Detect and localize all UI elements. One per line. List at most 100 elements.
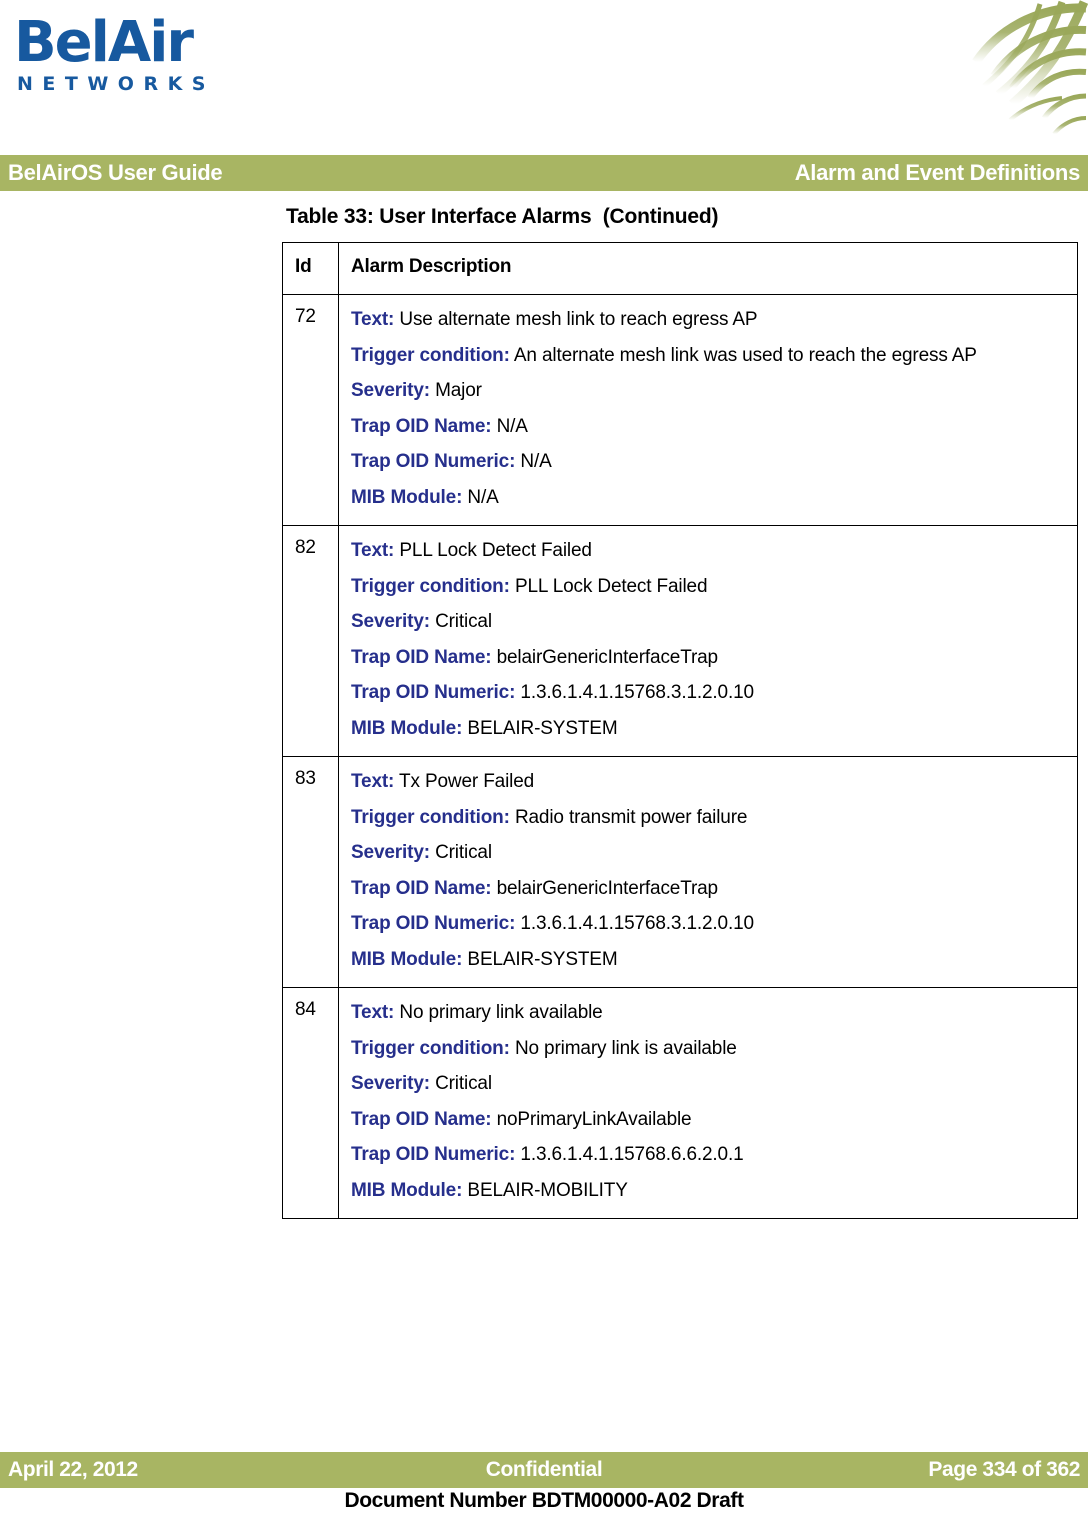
field-label-trigger: Trigger condition: [351, 344, 510, 366]
field-value-mib-module: BELAIR-SYSTEM [467, 717, 618, 739]
decorative-swoosh-graphic [950, 0, 1088, 152]
footer-document-number: Document Number BDTM00000-A02 Draft [344, 1489, 744, 1512]
alarm-id: 72 [282, 294, 339, 526]
field-oid-name: Trap OID Name: belairGenericInterfaceTra… [351, 644, 1069, 673]
logo-wordmark: BelAir [14, 10, 194, 75]
field-text: Text: PLL Lock Detect Failed [351, 537, 1069, 566]
main-content: Table 33: User Interface Alarms (Continu… [282, 205, 1078, 1219]
field-label-text: Text: [351, 309, 395, 330]
alarm-description: Text: No primary link available Trigger … [338, 987, 1078, 1219]
alarm-description: Text: Tx Power Failed Trigger condition:… [338, 756, 1078, 988]
field-value-oid-name: noPrimaryLinkAvailable [496, 1108, 692, 1130]
field-label-oid-numeric: Trap OID Numeric: [351, 913, 516, 934]
field-label-text: Text: [351, 540, 395, 561]
field-label-mib-module: MIB Module: [351, 948, 463, 970]
field-value-text: Use alternate mesh link to reach egress … [399, 309, 758, 330]
field-value-oid-numeric: 1.3.6.1.4.1.15768.3.1.2.0.10 [520, 682, 754, 703]
table-caption: Table 33: User Interface Alarms (Continu… [286, 205, 719, 228]
field-severity: Severity: Critical [351, 1070, 1069, 1099]
field-value-trigger: No primary link is available [514, 1037, 737, 1059]
alarm-description: Text: Use alternate mesh link to reach e… [338, 294, 1078, 526]
field-label-severity: Severity: [351, 842, 430, 863]
field-mib-module: MIB Module: BELAIR-SYSTEM [351, 715, 1069, 744]
field-value-oid-name: belairGenericInterfaceTrap [496, 877, 719, 899]
field-value-severity: Critical [435, 842, 492, 863]
field-value-oid-name: belairGenericInterfaceTrap [496, 646, 719, 668]
column-header-id: Id [282, 242, 339, 295]
field-trigger: Trigger condition: PLL Lock Detect Faile… [351, 573, 1069, 602]
table-row: 84 Text: No primary link available Trigg… [282, 987, 1078, 1219]
alarm-id: 82 [282, 525, 339, 757]
field-mib-module: MIB Module: N/A [351, 484, 1069, 513]
field-trigger: Trigger condition: An alternate mesh lin… [351, 342, 1069, 371]
field-oid-name: Trap OID Name: belairGenericInterfaceTra… [351, 875, 1069, 904]
field-oid-numeric: Trap OID Numeric: 1.3.6.1.4.1.15768.3.1.… [351, 910, 1069, 939]
table-row: 83 Text: Tx Power Failed Trigger conditi… [282, 756, 1078, 988]
footer-page-number: Page 334 of 362 [928, 1458, 1080, 1481]
page-header: BelAir NETWORKS [0, 0, 1088, 155]
field-text: Text: Tx Power Failed [351, 768, 1069, 797]
alarm-description: Text: PLL Lock Detect Failed Trigger con… [338, 525, 1078, 757]
field-value-oid-numeric: 1.3.6.1.4.1.15768.3.1.2.0.10 [520, 913, 754, 934]
guide-title: BelAirOS User Guide [8, 160, 223, 185]
field-label-trigger: Trigger condition: [351, 1037, 510, 1059]
field-label-oid-numeric: Trap OID Numeric: [351, 682, 516, 703]
field-label-severity: Severity: [351, 380, 430, 401]
field-label-severity: Severity: [351, 1073, 430, 1094]
field-label-mib-module: MIB Module: [351, 717, 463, 739]
footer-band: April 22, 2012 Confidential Page 334 of … [0, 1452, 1088, 1488]
field-label-oid-name: Trap OID Name: [351, 1108, 492, 1130]
field-label-trigger: Trigger condition: [351, 806, 510, 828]
field-label-text: Text: [351, 771, 395, 792]
field-mib-module: MIB Module: BELAIR-MOBILITY [351, 1177, 1069, 1206]
field-label-oid-name: Trap OID Name: [351, 877, 492, 899]
section-title: Alarm and Event Definitions [794, 160, 1081, 185]
field-mib-module: MIB Module: BELAIR-SYSTEM [351, 946, 1069, 975]
column-header-alarm-description: Alarm Description [338, 242, 1078, 295]
field-value-oid-numeric: 1.3.6.1.4.1.15768.6.6.2.0.1 [520, 1144, 744, 1165]
field-trigger: Trigger condition: No primary link is av… [351, 1035, 1069, 1064]
field-text: Text: No primary link available [351, 999, 1069, 1028]
field-value-text: PLL Lock Detect Failed [399, 540, 592, 561]
table-row: 82 Text: PLL Lock Detect Failed Trigger … [282, 525, 1078, 757]
field-oid-name: Trap OID Name: noPrimaryLinkAvailable [351, 1106, 1069, 1135]
field-oid-numeric: Trap OID Numeric: 1.3.6.1.4.1.15768.6.6.… [351, 1141, 1069, 1170]
field-oid-numeric: Trap OID Numeric: 1.3.6.1.4.1.15768.3.1.… [351, 679, 1069, 708]
field-text: Text: Use alternate mesh link to reach e… [351, 306, 1069, 335]
field-value-trigger: PLL Lock Detect Failed [514, 575, 708, 597]
field-trigger: Trigger condition: Radio transmit power … [351, 804, 1069, 833]
field-oid-name: Trap OID Name: N/A [351, 413, 1069, 442]
field-value-text: Tx Power Failed [399, 771, 535, 792]
field-label-mib-module: MIB Module: [351, 486, 463, 508]
field-value-severity: Critical [435, 1073, 492, 1094]
field-value-text: No primary link available [399, 1002, 603, 1023]
field-label-oid-name: Trap OID Name: [351, 415, 492, 437]
field-label-oid-numeric: Trap OID Numeric: [351, 1144, 516, 1165]
running-head-band: BelAirOS User Guide Alarm and Event Defi… [0, 155, 1088, 191]
footer-classification: Confidential [485, 1458, 603, 1481]
field-label-severity: Severity: [351, 611, 430, 632]
field-severity: Severity: Critical [351, 608, 1069, 637]
field-oid-numeric: Trap OID Numeric: N/A [351, 448, 1069, 477]
table-header-row: Id Alarm Description [282, 242, 1078, 295]
field-label-oid-name: Trap OID Name: [351, 646, 492, 668]
field-label-oid-numeric: Trap OID Numeric: [351, 451, 516, 472]
field-severity: Severity: Major [351, 377, 1069, 406]
field-severity: Severity: Critical [351, 839, 1069, 868]
field-label-text: Text: [351, 1002, 395, 1023]
alarm-id: 84 [282, 987, 339, 1219]
field-value-trigger: An alternate mesh link was used to reach… [513, 344, 977, 366]
table-row: 72 Text: Use alternate mesh link to reac… [282, 294, 1078, 526]
field-value-mib-module: BELAIR-SYSTEM [467, 948, 618, 970]
field-label-trigger: Trigger condition: [351, 575, 510, 597]
alarm-id: 83 [282, 756, 339, 988]
field-value-mib-module: BELAIR-MOBILITY [467, 1179, 628, 1201]
user-interface-alarms-table: Id Alarm Description 72 Text: Use altern… [282, 242, 1078, 1219]
field-label-mib-module: MIB Module: [351, 1179, 463, 1201]
field-value-trigger: Radio transmit power failure [514, 806, 748, 828]
field-value-mib-module: N/A [467, 486, 499, 508]
field-value-severity: Critical [435, 611, 492, 632]
belair-networks-logo: BelAir NETWORKS [14, 14, 274, 96]
field-value-severity: Major [435, 380, 482, 401]
field-value-oid-name: N/A [496, 415, 528, 437]
